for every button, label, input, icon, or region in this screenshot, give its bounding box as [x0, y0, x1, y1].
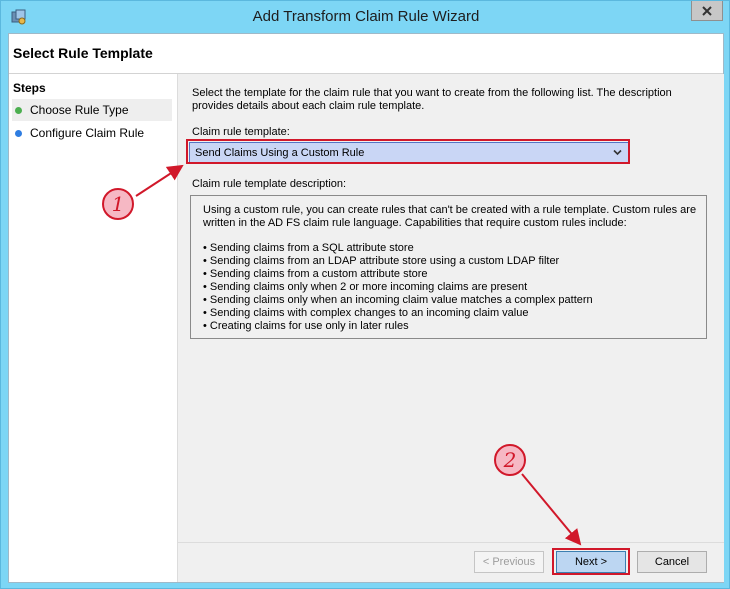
annotation-arrows — [135, 164, 582, 546]
callout-1-marker: 1 — [102, 188, 134, 220]
arrow-1 — [135, 164, 184, 197]
callout-2-marker: 2 — [494, 444, 526, 476]
arrow-2 — [521, 473, 582, 546]
